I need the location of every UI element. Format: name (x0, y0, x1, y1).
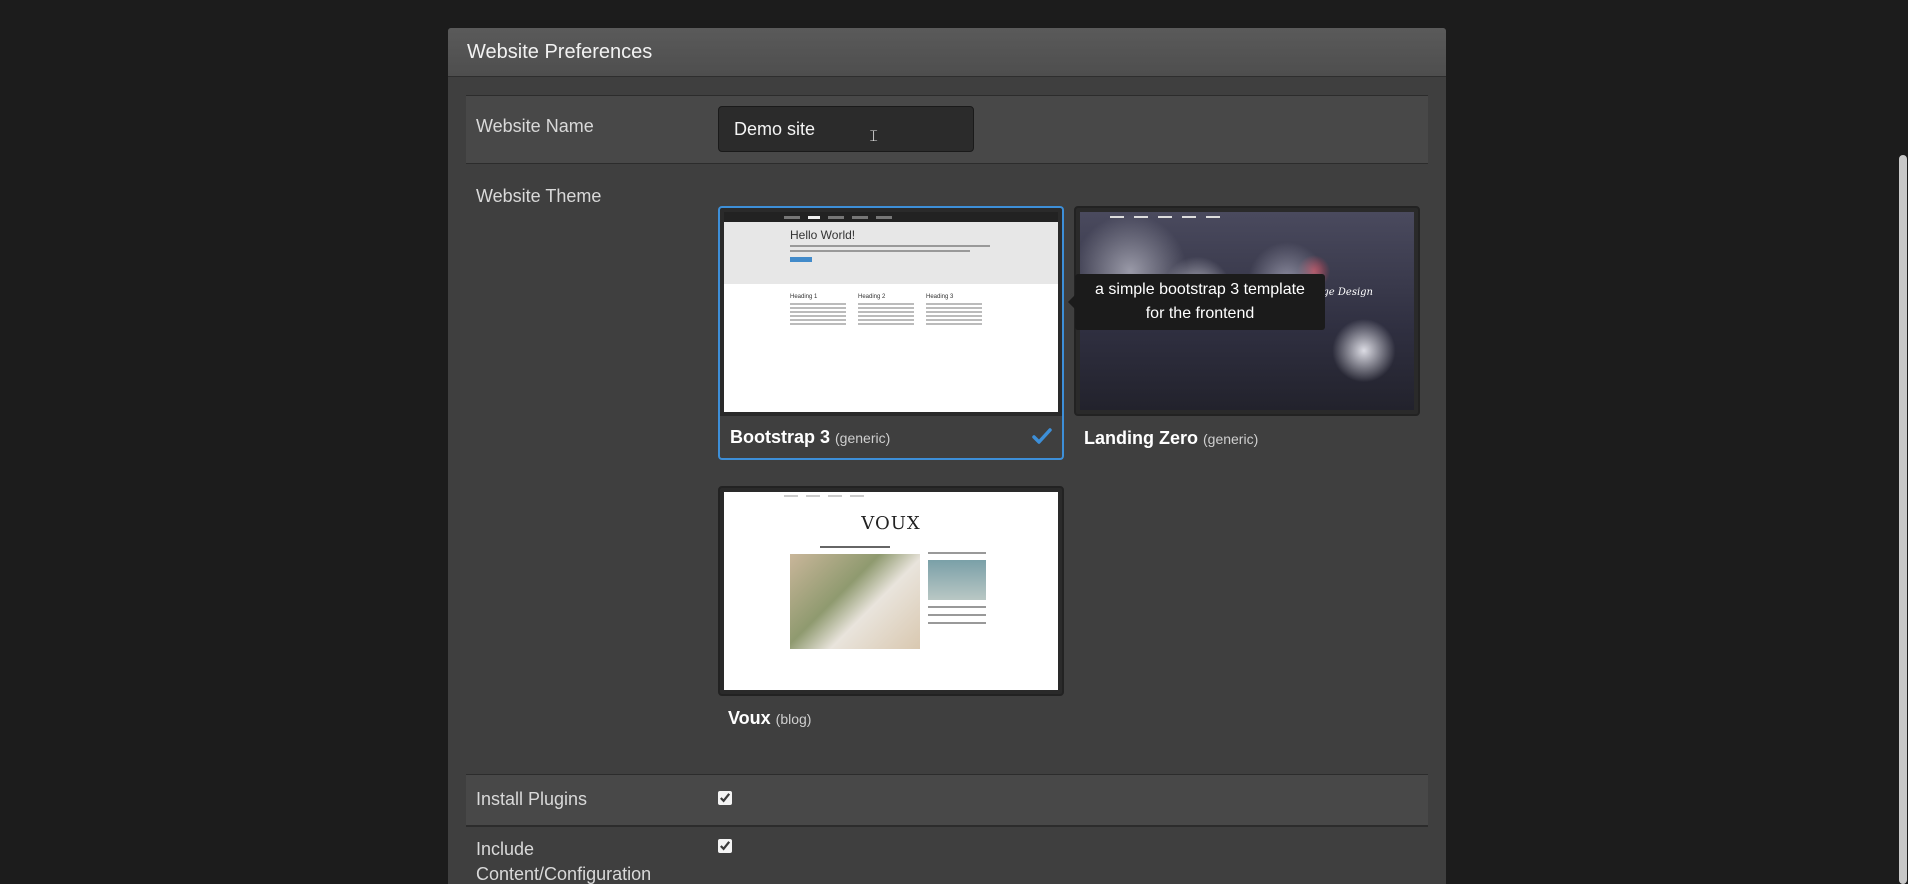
theme-card-voux[interactable]: VOUX Voux (blog) (718, 486, 1064, 740)
include-content-row: Include Content/Configuration (466, 826, 1428, 884)
theme-card-bootstrap-3[interactable]: Hello World! Heading 1 Heading 2 Heading… (718, 206, 1064, 460)
website-name-input[interactable] (718, 106, 974, 152)
install-plugins-checkbox[interactable] (718, 791, 732, 805)
install-plugins-label: Install Plugins (476, 789, 588, 809)
check-icon (1032, 428, 1052, 444)
website-theme-row: Website Theme Hello World! Heading 1 Hea… (466, 164, 1428, 774)
scrollbar-thumb[interactable] (1899, 155, 1907, 884)
bootstrap-preview-heading: Hello World! (790, 228, 856, 242)
theme-type: (blog) (775, 711, 812, 727)
theme-name: Voux (728, 707, 771, 728)
theme-tooltip: a simple bootstrap 3 template for the fr… (1068, 274, 1325, 330)
theme-name: Landing Zero (1084, 427, 1198, 448)
text-cursor-icon: 𝙸 (868, 128, 880, 145)
page: Website Preferences Website Name 𝙸 Websi… (0, 0, 1908, 884)
website-name-label: Website Name (476, 116, 594, 136)
website-preferences-panel: Website Preferences Website Name 𝙸 Websi… (448, 28, 1446, 884)
theme-name: Bootstrap 3 (730, 426, 831, 447)
voux-preview-logo: VOUX (861, 513, 921, 534)
include-content-label: Include Content/Configuration (476, 839, 652, 884)
bootstrap-preview-col-heading: Heading 3 (926, 294, 954, 300)
theme-type: (generic) (1203, 431, 1259, 447)
panel-title: Website Preferences (448, 28, 1446, 77)
theme-preview-voux[interactable]: VOUX (718, 486, 1064, 696)
theme-caption-voux: Voux (blog) (718, 696, 1064, 740)
scrollbar[interactable] (1898, 0, 1908, 884)
theme-caption-landing-zero: Landing Zero (generic) (1074, 416, 1420, 460)
theme-type: (generic) (835, 430, 891, 446)
theme-card-landing-zero[interactable]: Simple, One Page Design Landing Zero (ge… (1074, 206, 1420, 460)
website-name-row: Website Name 𝙸 (466, 95, 1428, 164)
bootstrap-preview-col-heading: Heading 1 (790, 294, 818, 300)
include-content-checkbox[interactable] (718, 839, 732, 853)
install-plugins-row: Install Plugins (466, 774, 1428, 826)
theme-preview-bootstrap-3[interactable]: Hello World! Heading 1 Heading 2 Heading… (718, 206, 1064, 416)
website-theme-label: Website Theme (476, 186, 602, 206)
bootstrap-preview-col-heading: Heading 2 (858, 294, 886, 300)
theme-caption-bootstrap-3: Bootstrap 3 (generic) (718, 416, 1064, 460)
